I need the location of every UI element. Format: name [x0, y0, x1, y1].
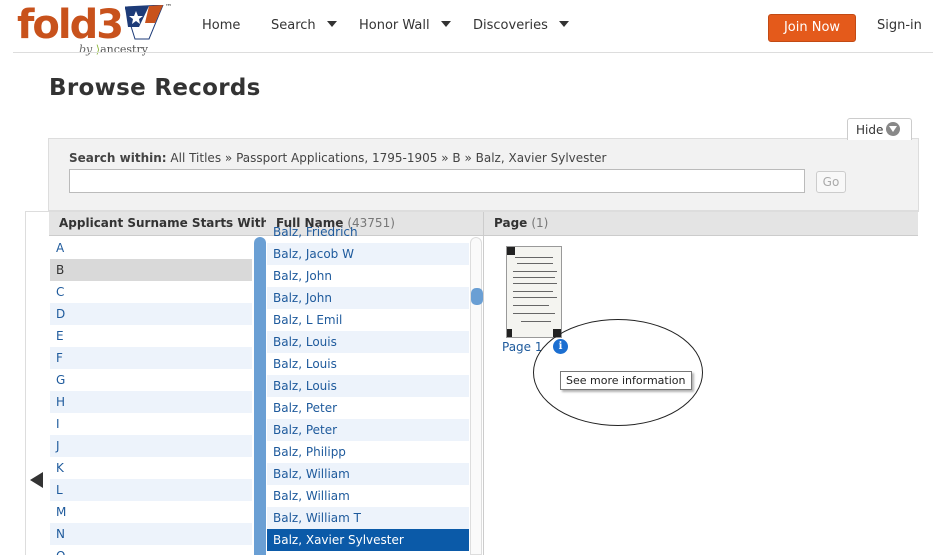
column-title: Page: [494, 216, 528, 230]
nav-discoveries-label: Discoveries: [473, 18, 548, 33]
crumb-letter[interactable]: B: [452, 151, 460, 165]
list-item[interactable]: E: [50, 325, 252, 347]
breadcrumb: Search within: All Titles » Passport App…: [69, 151, 607, 165]
surname-letter-list: ABCDEFGHIJKLMNO: [50, 237, 252, 555]
chevron-down-icon: [326, 21, 337, 27]
list-item[interactable]: Balz, Louis: [267, 375, 469, 397]
full-name-list: Balz, Friedrich Balz, Jacob W Balz, John Ba…: [267, 227, 469, 555]
ancestry-label: ancestry: [100, 43, 148, 56]
column-title: Applicant Surname Starts With: [59, 216, 266, 230]
page-thumbnail[interactable]: [506, 246, 562, 338]
list-item[interactable]: A: [50, 237, 252, 259]
list-item[interactable]: H: [50, 391, 252, 413]
scroll-left-arrow-icon[interactable]: [30, 472, 43, 488]
join-now-button[interactable]: Join Now: [768, 14, 856, 42]
crumb-separator: »: [464, 151, 472, 165]
list-item[interactable]: Balz, Louis: [267, 331, 469, 353]
column-count: (1): [531, 216, 549, 230]
column-header-surname: Applicant Surname Starts With(2: [49, 212, 266, 236]
list-item[interactable]: J: [50, 435, 252, 457]
list-item[interactable]: K: [50, 457, 252, 479]
go-button[interactable]: Go: [816, 171, 846, 193]
crumb-collection[interactable]: Passport Applications, 1795-1905: [236, 151, 437, 165]
byline: by ⟩ancestry: [79, 43, 148, 56]
flag-icon: [125, 5, 164, 40]
logo-wordmark: fold3: [17, 2, 124, 48]
list-item[interactable]: Balz, Peter: [267, 397, 469, 419]
crumb-name[interactable]: Balz, Xavier Sylvester: [476, 151, 607, 165]
list-item[interactable]: Balz, William: [267, 485, 469, 507]
list-item[interactable]: Balz, Peter: [267, 419, 469, 441]
crumb-separator: »: [441, 151, 449, 165]
name-list-scroll-thumb[interactable]: [471, 288, 483, 305]
nav-search[interactable]: Search: [271, 18, 337, 33]
page-1-link[interactable]: Page 1: [502, 340, 543, 354]
page-title: Browse Records: [49, 75, 261, 101]
column-header-page: Page (1): [484, 212, 918, 236]
search-within-label: Search within: [69, 151, 162, 165]
list-item[interactable]: Balz, L Emil: [267, 309, 469, 331]
list-item[interactable]: M: [50, 501, 252, 523]
list-item[interactable]: Balz, William: [267, 463, 469, 485]
by-label: by: [79, 43, 93, 56]
crumb-all-titles[interactable]: All Titles: [170, 151, 221, 165]
hide-search-button[interactable]: Hide: [847, 118, 912, 140]
name-list-scroll-track[interactable]: [470, 237, 482, 555]
nav-honor-wall[interactable]: Honor Wall: [359, 18, 451, 33]
list-item[interactable]: Balz, Louis: [267, 353, 469, 375]
list-item[interactable]: F: [50, 347, 252, 369]
trademark: ™: [165, 3, 172, 11]
sign-in-link[interactable]: Sign-in: [877, 18, 922, 33]
search-input[interactable]: [69, 169, 805, 193]
list-item[interactable]: Balz, Philipp: [267, 441, 469, 463]
list-item[interactable]: Balz, Friedrich: [267, 227, 469, 243]
header-divider: [13, 52, 933, 53]
crumb-separator: »: [224, 151, 233, 165]
list-item[interactable]: Balz, William T: [267, 507, 469, 529]
list-item[interactable]: C: [50, 281, 252, 303]
column-divider: [483, 212, 484, 555]
list-item[interactable]: Balz, Jacob W: [267, 243, 469, 265]
hide-label: Hide: [856, 123, 884, 137]
nav-discoveries[interactable]: Discoveries: [473, 18, 569, 33]
chevron-down-icon: [558, 21, 569, 27]
nav-honor-wall-label: Honor Wall: [359, 18, 430, 33]
collapse-icon: [886, 122, 901, 136]
list-item[interactable]: G: [50, 369, 252, 391]
chevron-down-icon: [440, 21, 451, 27]
letter-list-scrollbar[interactable]: [254, 237, 266, 555]
list-item[interactable]: O: [50, 545, 252, 555]
nav-search-label: Search: [271, 18, 316, 33]
tooltip: See more information: [560, 371, 692, 390]
list-item[interactable]: N: [50, 523, 252, 545]
list-item[interactable]: L: [50, 479, 252, 501]
list-item[interactable]: Balz, John: [267, 265, 469, 287]
list-item[interactable]: D: [50, 303, 252, 325]
list-item[interactable]: Balz, Xavier Sylvester: [267, 529, 469, 551]
search-within-panel: Search within: All Titles » Passport App…: [48, 138, 919, 211]
list-item[interactable]: Balz, John: [267, 287, 469, 309]
list-item[interactable]: I: [50, 413, 252, 435]
list-item[interactable]: B: [50, 259, 252, 281]
nav-home[interactable]: Home: [202, 18, 240, 33]
